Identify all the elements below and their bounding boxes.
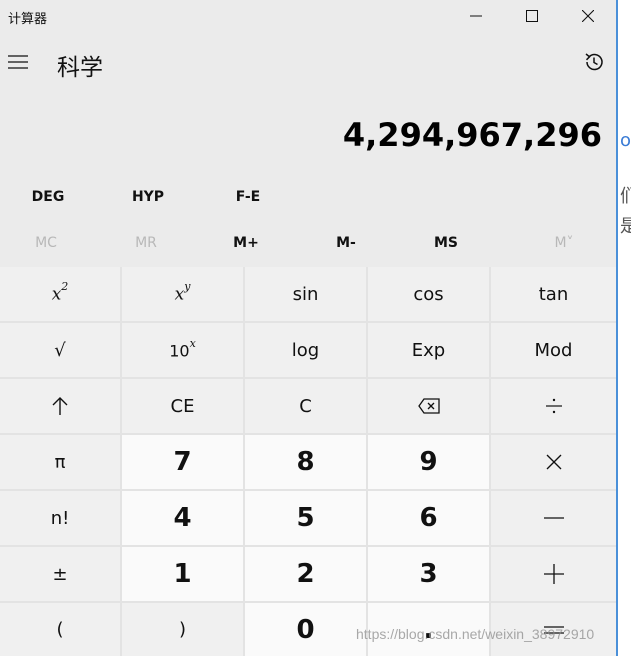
minimize-button[interactable] [448, 0, 504, 32]
hamburger-icon [8, 55, 28, 69]
memory-add-button[interactable]: M+ [196, 228, 296, 258]
memory-clear-button[interactable]: MC [0, 228, 96, 258]
memory-subtract-button[interactable]: M- [296, 228, 396, 258]
background-text-fragment: og [620, 130, 631, 151]
tan-button[interactable]: tan [491, 267, 616, 321]
clear-button[interactable]: C [245, 379, 366, 433]
close-button[interactable] [560, 0, 616, 32]
background-text-fragment: 是任 [620, 216, 631, 237]
equals-button[interactable] [491, 603, 616, 656]
calculator-mode-title: 科学 [57, 55, 103, 81]
square-button[interactable]: x2 [0, 267, 120, 321]
plus-button[interactable] [491, 547, 616, 601]
maximize-button[interactable] [504, 0, 560, 32]
maximize-icon [526, 10, 538, 22]
negate-button[interactable]: ± [0, 547, 120, 601]
window-edge [616, 0, 618, 656]
digit-7-button[interactable]: 7 [122, 435, 243, 489]
result-display: 4,294,967,296 [342, 116, 602, 154]
exponent-x: x [189, 336, 196, 350]
digit-9-button[interactable]: 9 [368, 435, 489, 489]
plus-icon [543, 564, 564, 584]
window-title: 计算器 [8, 12, 48, 27]
exp-button[interactable]: Exp [368, 323, 489, 377]
square-label: x2 [51, 280, 69, 305]
power-button[interactable]: xy [122, 267, 243, 321]
deg-toggle[interactable]: DEG [0, 182, 96, 212]
divide-button[interactable] [491, 379, 616, 433]
right-paren-button[interactable]: ) [122, 603, 243, 656]
multiply-button[interactable] [491, 435, 616, 489]
minimize-icon [470, 15, 482, 17]
navigation-menu-button[interactable] [0, 44, 36, 80]
ten-power-button[interactable]: 10x [122, 323, 243, 377]
digit-2-button[interactable]: 2 [245, 547, 366, 601]
digit-8-button[interactable]: 8 [245, 435, 366, 489]
background-text-fragment: 们文 [620, 186, 631, 207]
fe-toggle[interactable]: F-E [200, 182, 296, 212]
backspace-button[interactable] [368, 379, 489, 433]
exponent-2: 2 [61, 280, 69, 294]
memory-recall-button[interactable]: MR [96, 228, 196, 258]
ten-power-label: 10x [169, 336, 196, 361]
divide-icon [545, 398, 562, 414]
mod-button[interactable]: Mod [491, 323, 616, 377]
history-icon [585, 53, 603, 71]
factorial-button[interactable]: n! [0, 491, 120, 545]
log-button[interactable]: log [245, 323, 366, 377]
sin-button[interactable]: sin [245, 267, 366, 321]
memory-list-button[interactable]: M˅ [514, 228, 614, 258]
calculator-window: 计算器 科学 4,294,967,296 DEG HYP F-E MC MR M… [0, 0, 616, 656]
up-arrow-icon [52, 397, 68, 415]
digit-1-button[interactable]: 1 [122, 547, 243, 601]
cos-button[interactable]: cos [368, 267, 489, 321]
power-label: xy [174, 280, 191, 305]
shift-button[interactable] [0, 379, 120, 433]
variable-x: x [51, 284, 62, 305]
variable-x: x [174, 284, 185, 305]
left-paren-button[interactable]: ( [0, 603, 120, 656]
exponent-y: y [184, 280, 191, 294]
background-window-peek: og 们文 是任 [618, 0, 631, 656]
history-button[interactable] [576, 44, 612, 80]
digit-6-button[interactable]: 6 [368, 491, 489, 545]
memory-store-button[interactable]: MS [396, 228, 496, 258]
minus-icon [543, 517, 564, 519]
base-10: 10 [169, 341, 190, 361]
hyp-toggle[interactable]: HYP [100, 182, 196, 212]
sqrt-button[interactable]: √ [0, 323, 120, 377]
keypad: x2 xy sin cos tan √ 10x log Exp Mod CE C [0, 267, 616, 656]
digit-3-button[interactable]: 3 [368, 547, 489, 601]
pi-button[interactable]: π [0, 435, 120, 489]
digit-4-button[interactable]: 4 [122, 491, 243, 545]
digit-5-button[interactable]: 5 [245, 491, 366, 545]
clear-entry-button[interactable]: CE [122, 379, 243, 433]
digit-0-button[interactable]: 0 [245, 603, 366, 656]
title-bar[interactable]: 计算器 [0, 0, 616, 32]
multiply-icon [546, 454, 561, 470]
minus-button[interactable] [491, 491, 616, 545]
close-icon [582, 10, 594, 22]
equals-icon [543, 625, 564, 634]
decimal-button[interactable]: . [368, 603, 489, 656]
backspace-icon [417, 398, 440, 414]
